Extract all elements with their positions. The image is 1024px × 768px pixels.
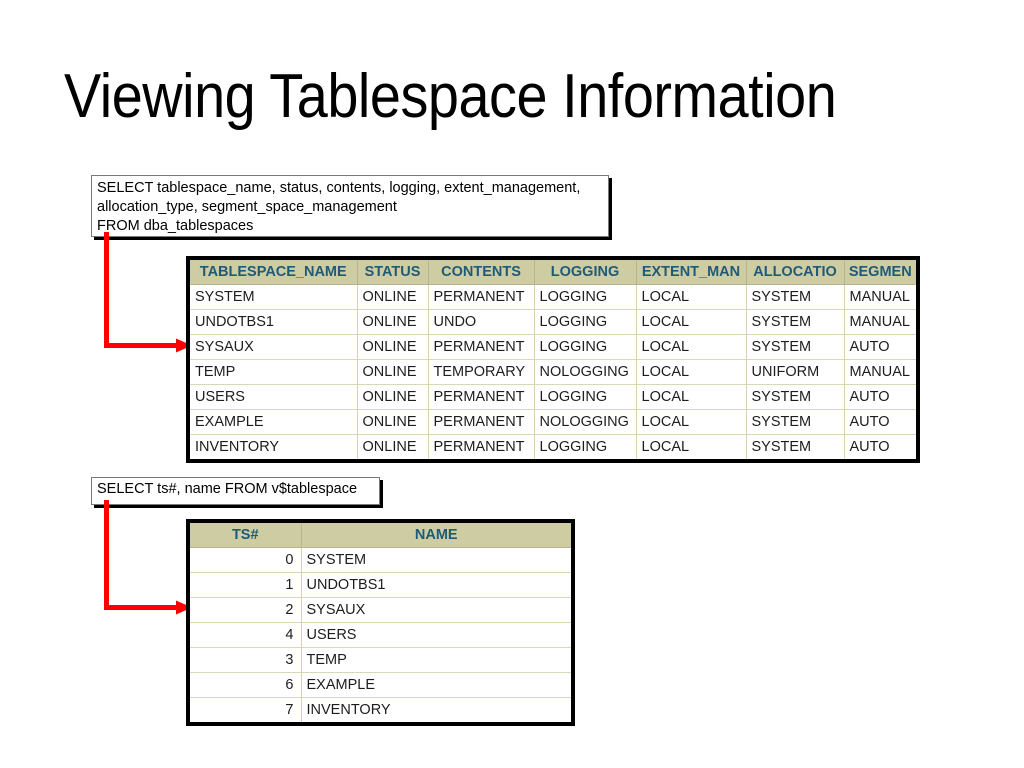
cell-ts-number: 1	[190, 572, 302, 598]
table-row[interactable]: EXAMPLE ONLINE PERMANENT NOLOGGING LOCAL…	[190, 409, 916, 435]
cell-name: INVENTORY	[301, 697, 571, 722]
cell-extent-man: LOCAL	[636, 409, 747, 435]
table-row[interactable]: 2 SYSAUX	[190, 597, 571, 623]
sql-callout-v-tablespace: SELECT ts#, name FROM v$tablespace	[91, 477, 380, 505]
cell-segmen: AUTO	[844, 409, 916, 435]
cell-tablespace-name: INVENTORY	[190, 434, 358, 459]
cell-allocatio: SYSTEM	[746, 384, 845, 410]
table-row[interactable]: UNDOTBS1 ONLINE UNDO LOGGING LOCAL SYSTE…	[190, 309, 916, 335]
cell-segmen: MANUAL	[844, 284, 916, 310]
cell-tablespace-name: SYSTEM	[190, 284, 358, 310]
cell-extent-man: LOCAL	[636, 384, 747, 410]
dba-tablespaces-table: TABLESPACE_NAME STATUS CONTENTS LOGGING …	[190, 260, 916, 459]
column-header-logging[interactable]: LOGGING	[534, 260, 637, 285]
arrow-icon	[104, 232, 192, 353]
cell-allocatio: SYSTEM	[746, 284, 845, 310]
cell-name: EXAMPLE	[301, 672, 571, 698]
page-title: Viewing Tablespace Information	[64, 62, 837, 131]
table-row[interactable]: 6 EXAMPLE	[190, 672, 571, 698]
cell-extent-man: LOCAL	[636, 434, 747, 459]
table-header-row: TABLESPACE_NAME STATUS CONTENTS LOGGING …	[190, 260, 916, 285]
cell-allocatio: SYSTEM	[746, 434, 845, 459]
cell-contents: PERMANENT	[428, 384, 535, 410]
cell-name: SYSTEM	[301, 547, 571, 573]
table-row[interactable]: 1 UNDOTBS1	[190, 572, 571, 598]
cell-segmen: MANUAL	[844, 359, 916, 385]
cell-segmen: AUTO	[844, 334, 916, 360]
column-header-allocatio[interactable]: ALLOCATIO	[746, 260, 845, 285]
cell-segmen: MANUAL	[844, 309, 916, 335]
cell-extent-man: LOCAL	[636, 359, 747, 385]
table-row[interactable]: 7 INVENTORY	[190, 697, 571, 722]
cell-logging: LOGGING	[534, 384, 637, 410]
cell-name: TEMP	[301, 647, 571, 673]
v-tablespace-table: TS# NAME 0 SYSTEM 1 UNDOTBS1 2 SYSAUX 4 …	[190, 523, 571, 722]
table-row[interactable]: INVENTORY ONLINE PERMANENT LOGGING LOCAL…	[190, 434, 916, 459]
cell-ts-number: 2	[190, 597, 302, 623]
cell-extent-man: LOCAL	[636, 284, 747, 310]
connector-arrow-v-tablespace	[104, 500, 196, 616]
table-row[interactable]: USERS ONLINE PERMANENT LOGGING LOCAL SYS…	[190, 384, 916, 410]
cell-allocatio: SYSTEM	[746, 334, 845, 360]
cell-status: ONLINE	[357, 434, 429, 459]
cell-ts-number: 4	[190, 622, 302, 648]
column-header-tablespace-name[interactable]: TABLESPACE_NAME	[190, 260, 358, 285]
cell-tablespace-name: EXAMPLE	[190, 409, 358, 435]
column-header-name[interactable]: NAME	[301, 523, 571, 548]
cell-extent-man: LOCAL	[636, 334, 747, 360]
cell-logging: NOLOGGING	[534, 409, 637, 435]
cell-tablespace-name: SYSAUX	[190, 334, 358, 360]
cell-logging: LOGGING	[534, 334, 637, 360]
cell-segmen: AUTO	[844, 384, 916, 410]
cell-status: ONLINE	[357, 384, 429, 410]
cell-contents: TEMPORARY	[428, 359, 535, 385]
sql-callout-dba-tablespaces: SELECT tablespace_name, status, contents…	[91, 175, 609, 237]
cell-tablespace-name: UNDOTBS1	[190, 309, 358, 335]
cell-ts-number: 3	[190, 647, 302, 673]
cell-status: ONLINE	[357, 409, 429, 435]
cell-logging: NOLOGGING	[534, 359, 637, 385]
table-row[interactable]: 3 TEMP	[190, 647, 571, 673]
cell-allocatio: SYSTEM	[746, 309, 845, 335]
cell-allocatio: SYSTEM	[746, 409, 845, 435]
cell-segmen: AUTO	[844, 434, 916, 459]
table-row[interactable]: TEMP ONLINE TEMPORARY NOLOGGING LOCAL UN…	[190, 359, 916, 385]
cell-status: ONLINE	[357, 334, 429, 360]
table-row[interactable]: 0 SYSTEM	[190, 547, 571, 573]
cell-contents: PERMANENT	[428, 434, 535, 459]
connector-arrow-dba-tablespaces	[104, 232, 196, 354]
column-header-segmen[interactable]: SEGMEN	[844, 260, 916, 285]
cell-logging: LOGGING	[534, 309, 637, 335]
cell-logging: LOGGING	[534, 434, 637, 459]
cell-tablespace-name: TEMP	[190, 359, 358, 385]
cell-name: SYSAUX	[301, 597, 571, 623]
cell-ts-number: 0	[190, 547, 302, 573]
column-header-contents[interactable]: CONTENTS	[428, 260, 535, 285]
cell-extent-man: LOCAL	[636, 309, 747, 335]
cell-name: UNDOTBS1	[301, 572, 571, 598]
cell-contents: PERMANENT	[428, 284, 535, 310]
result-grid-dba-tablespaces[interactable]: TABLESPACE_NAME STATUS CONTENTS LOGGING …	[186, 256, 920, 463]
cell-status: ONLINE	[357, 359, 429, 385]
cell-contents: PERMANENT	[428, 334, 535, 360]
column-header-extent-man[interactable]: EXTENT_MAN	[636, 260, 747, 285]
cell-allocatio: UNIFORM	[746, 359, 845, 385]
cell-logging: LOGGING	[534, 284, 637, 310]
cell-status: ONLINE	[357, 284, 429, 310]
cell-ts-number: 7	[190, 697, 302, 722]
table-header-row: TS# NAME	[190, 523, 571, 548]
cell-name: USERS	[301, 622, 571, 648]
table-row[interactable]: SYSAUX ONLINE PERMANENT LOGGING LOCAL SY…	[190, 334, 916, 360]
table-row[interactable]: 4 USERS	[190, 622, 571, 648]
cell-contents: UNDO	[428, 309, 535, 335]
column-header-status[interactable]: STATUS	[357, 260, 429, 285]
column-header-ts-number[interactable]: TS#	[190, 523, 302, 548]
cell-contents: PERMANENT	[428, 409, 535, 435]
cell-ts-number: 6	[190, 672, 302, 698]
table-row[interactable]: SYSTEM ONLINE PERMANENT LOGGING LOCAL SY…	[190, 284, 916, 310]
cell-status: ONLINE	[357, 309, 429, 335]
arrow-icon	[104, 500, 192, 615]
result-grid-v-tablespace[interactable]: TS# NAME 0 SYSTEM 1 UNDOTBS1 2 SYSAUX 4 …	[186, 519, 575, 726]
cell-tablespace-name: USERS	[190, 384, 358, 410]
